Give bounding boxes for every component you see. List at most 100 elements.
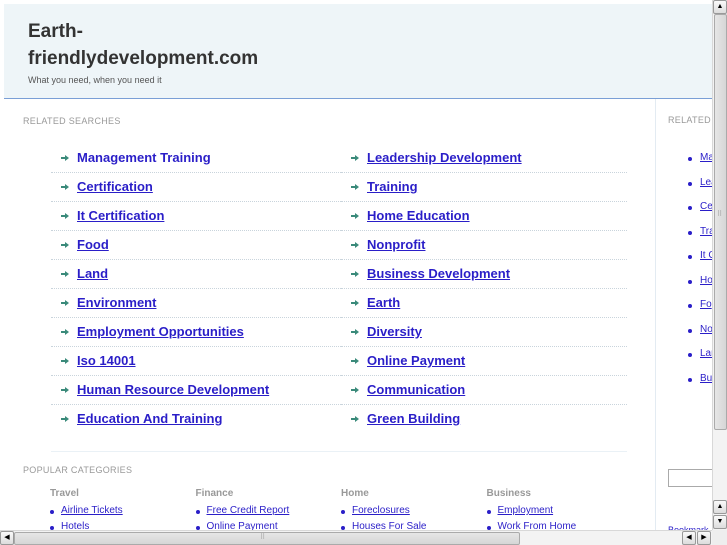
arrow-left-icon: ◀ <box>4 534 10 541</box>
scroll-up-button[interactable]: ▲ <box>713 0 727 14</box>
category-item[interactable]: Foreclosures <box>341 504 481 520</box>
category-title: Business <box>486 488 531 499</box>
related-search-row: It Certification <box>51 202 341 231</box>
related-search-row: Environment <box>51 289 341 318</box>
related-search-row: Online Payment <box>341 347 627 376</box>
related-search-link[interactable]: Communication <box>367 382 465 397</box>
scroll-left-button[interactable]: ◀ <box>0 531 14 545</box>
category-item[interactable]: Houses For Sale <box>341 520 481 530</box>
category-link[interactable]: Hotels <box>61 521 89 530</box>
related-search-link[interactable]: It Certification <box>77 208 164 223</box>
related-search-link[interactable]: Education And Training <box>77 411 222 426</box>
sidebar-link[interactable]: Ce <box>700 201 712 212</box>
category-item[interactable]: Employment <box>486 504 627 520</box>
horizontal-scrollbar[interactable]: ◀ ⠿ ◀ ▶ <box>0 530 712 545</box>
bullet-icon <box>688 255 692 259</box>
arrow-right-icon <box>61 329 69 335</box>
category-item[interactable]: Work From Home <box>486 520 627 530</box>
related-search-link[interactable]: Environment <box>77 295 156 310</box>
page-viewport: Earth- friendlydevelopment.com What you … <box>0 0 712 530</box>
arrow-right-icon <box>61 416 69 422</box>
arrow-right-icon <box>61 300 69 306</box>
related-search-row: Food <box>51 231 341 260</box>
related-search-link[interactable]: Employment Opportunities <box>77 324 244 339</box>
scroll-up-button-lower[interactable]: ▲ <box>713 500 727 514</box>
scroll-left-button-right[interactable]: ◀ <box>682 531 696 545</box>
related-search-row: Communication <box>341 376 627 405</box>
related-search-link[interactable]: Management Training <box>77 150 211 165</box>
related-search-link[interactable]: Certification <box>77 179 153 194</box>
related-search-link[interactable]: Business Development <box>367 266 510 281</box>
category-item[interactable]: Hotels <box>50 520 190 530</box>
related-search-row: Diversity <box>341 318 627 347</box>
related-search-link[interactable]: Nonprofit <box>367 237 425 252</box>
vertical-scrollbar[interactable]: ▲ ⠿ ▲ ▼ <box>712 0 727 530</box>
sidebar-link[interactable]: Ho <box>700 275 712 286</box>
related-search-link[interactable]: Diversity <box>367 324 422 339</box>
arrow-down-icon: ▼ <box>716 518 724 525</box>
category-link[interactable]: Online Payment <box>207 521 278 530</box>
category-item[interactable]: Free Credit Report <box>195 504 336 520</box>
category-link[interactable]: Employment <box>498 505 554 516</box>
sidebar-heading: RELATED <box>668 115 711 125</box>
related-search-link[interactable]: Leadership Development <box>367 150 522 165</box>
related-search-row: Education And Training <box>51 405 341 433</box>
related-search-row: Management Training <box>51 144 341 173</box>
bullet-icon <box>486 510 491 514</box>
sidebar-link[interactable]: Bus <box>700 373 712 384</box>
bullet-icon <box>688 304 692 308</box>
category-item[interactable]: Online Payment <box>195 520 336 530</box>
arrow-left-icon: ◀ <box>686 534 692 541</box>
sidebar-link[interactable]: Tra <box>700 226 712 237</box>
grip-icon: ⠿ <box>717 211 723 218</box>
arrow-right-icon <box>351 358 359 364</box>
arrow-right-icon <box>351 300 359 306</box>
section-divider <box>51 451 627 452</box>
sidebar-link[interactable]: No <box>700 324 712 335</box>
related-search-link[interactable]: Earth <box>367 295 400 310</box>
sidebar-search-input[interactable] <box>668 469 712 487</box>
related-search-link[interactable]: Online Payment <box>367 353 465 368</box>
related-searches-right-column: Leadership Development Training Home Educa… <box>341 144 627 433</box>
arrow-right-icon <box>61 155 69 161</box>
category-title: Home <box>341 488 369 499</box>
category-finance: Finance Free Credit Report Online Payment <box>195 488 336 530</box>
category-item[interactable]: Airline Tickets <box>50 504 190 520</box>
sidebar-link[interactable]: Lea <box>700 177 712 188</box>
horizontal-scroll-thumb[interactable]: ⠿ <box>14 532 520 545</box>
category-link[interactable]: Work From Home <box>498 521 577 530</box>
bullet-icon <box>50 510 54 514</box>
category-link[interactable]: Foreclosures <box>352 505 410 516</box>
related-search-link[interactable]: Human Resource Development <box>77 382 269 397</box>
sidebar-link[interactable]: It C <box>700 250 712 261</box>
category-link[interactable]: Free Credit Report <box>207 505 290 516</box>
related-search-link[interactable]: Food <box>77 237 109 252</box>
sidebar-link[interactable]: Ma <box>700 152 712 163</box>
category-travel: Travel Airline Tickets Hotels <box>50 488 190 530</box>
site-header: Earth- friendlydevelopment.com What you … <box>4 4 712 99</box>
arrow-right-icon <box>61 213 69 219</box>
arrow-up-icon: ▲ <box>716 3 724 10</box>
category-business: Business Employment Work From Home <box>486 488 627 530</box>
category-title: Finance <box>195 488 234 499</box>
sidebar-link[interactable]: Fo <box>700 299 712 310</box>
related-search-link[interactable]: Iso 14001 <box>77 353 136 368</box>
related-search-row: Certification <box>51 173 341 202</box>
arrow-right-icon <box>351 213 359 219</box>
related-search-link[interactable]: Training <box>367 179 418 194</box>
category-link[interactable]: Houses For Sale <box>352 521 426 530</box>
sidebar-link[interactable]: Lar <box>700 348 712 359</box>
scroll-down-button[interactable]: ▼ <box>713 515 727 529</box>
site-title-line1: Earth- <box>28 21 83 42</box>
scroll-right-button[interactable]: ▶ <box>697 531 711 545</box>
related-search-link[interactable]: Land <box>77 266 108 281</box>
related-search-link[interactable]: Green Building <box>367 411 460 426</box>
related-search-link[interactable]: Home Education <box>367 208 470 223</box>
bullet-icon <box>341 510 345 514</box>
bullet-icon <box>688 377 692 382</box>
vertical-scroll-thumb[interactable]: ⠿ <box>714 14 727 430</box>
scrollbar-corner <box>712 530 727 545</box>
category-link[interactable]: Airline Tickets <box>61 505 123 516</box>
related-search-row: Nonprofit <box>341 231 627 260</box>
related-search-row: Leadership Development <box>341 144 627 173</box>
